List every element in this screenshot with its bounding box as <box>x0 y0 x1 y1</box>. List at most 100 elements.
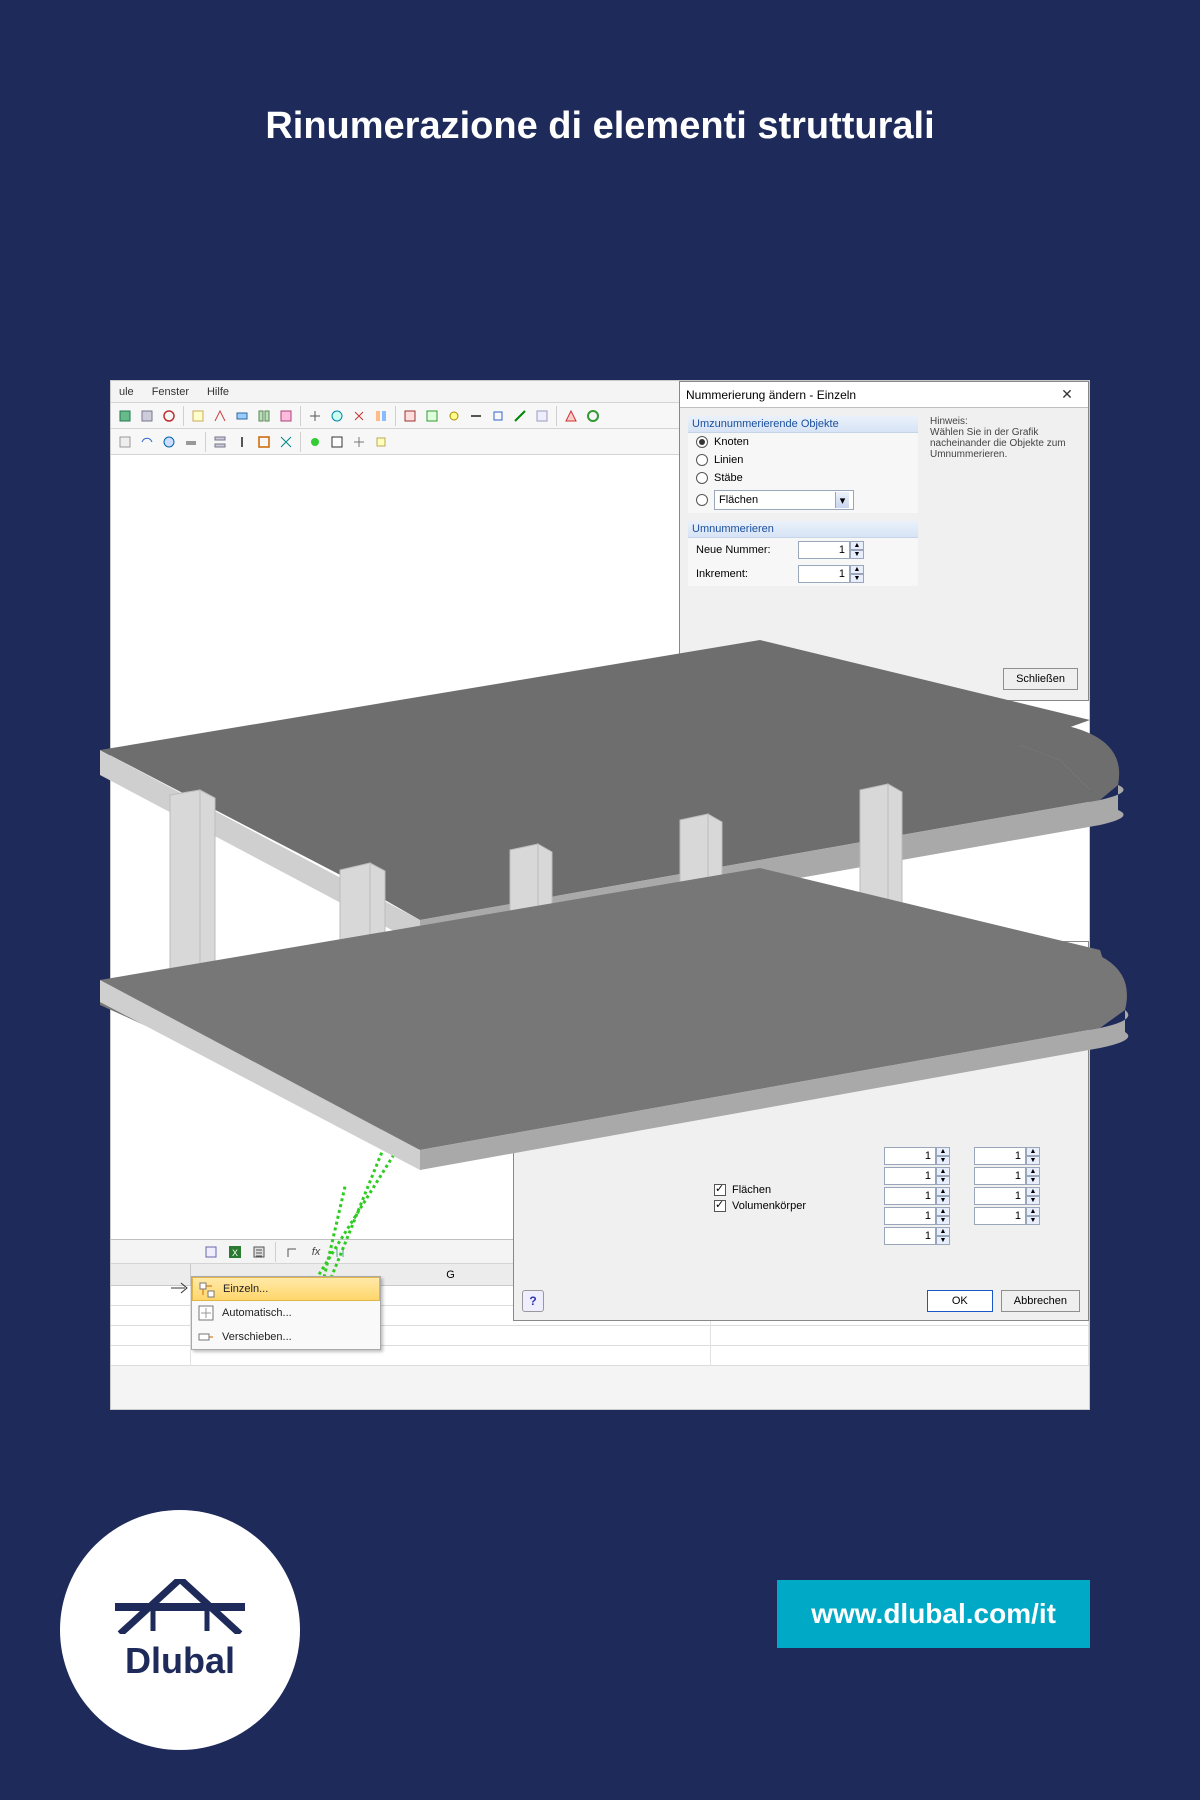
spinner-input[interactable] <box>884 1187 936 1205</box>
spinner-up-icon[interactable]: ▲ <box>936 1147 950 1156</box>
spinner-down-icon[interactable]: ▼ <box>1026 1176 1040 1185</box>
toolbar-button[interactable] <box>305 432 325 452</box>
checkbox-volumen[interactable] <box>714 1200 726 1212</box>
radio-x[interactable] <box>902 1006 914 1018</box>
spinner-down-icon[interactable]: ▼ <box>936 1156 950 1165</box>
spinner-up-icon[interactable]: ▲ <box>936 1167 950 1176</box>
spinner-input[interactable] <box>884 1147 936 1165</box>
spinner[interactable]: ▲▼ <box>974 1147 1040 1165</box>
toolbar-button[interactable] <box>115 406 135 426</box>
toolbar-button[interactable] <box>201 1242 221 1262</box>
spinner[interactable]: ▲▼ <box>974 1207 1040 1225</box>
close-button[interactable]: Schließen <box>1003 668 1078 690</box>
new-number-spinner[interactable]: ▲▼ <box>798 541 864 559</box>
toolbar-button[interactable] <box>210 406 230 426</box>
toolbar-button[interactable] <box>276 432 296 452</box>
toolbar-button[interactable] <box>282 1242 302 1262</box>
spinner[interactable]: ▲▼ <box>974 1187 1040 1205</box>
fx-icon[interactable]: fx <box>306 1242 326 1262</box>
toolbar-button[interactable] <box>488 406 508 426</box>
spinner-down-icon[interactable]: ▼ <box>850 574 864 583</box>
spinner-down-icon[interactable]: ▼ <box>936 1176 950 1185</box>
toolbar-button[interactable] <box>276 406 296 426</box>
spinner[interactable]: ▲▼ <box>884 1227 950 1245</box>
excel-icon[interactable]: X <box>225 1242 245 1262</box>
toolbar-button[interactable] <box>159 406 179 426</box>
radio-staebe[interactable] <box>696 472 708 484</box>
spinner-input[interactable] <box>974 1167 1026 1185</box>
spinner-input[interactable] <box>974 1147 1026 1165</box>
toolbar-button[interactable] <box>115 432 135 452</box>
toolbar-button[interactable] <box>137 406 157 426</box>
spinner-down-icon[interactable]: ▼ <box>1026 1216 1040 1225</box>
toolbar-button[interactable] <box>371 406 391 426</box>
toolbar-button[interactable] <box>159 432 179 452</box>
spinner[interactable]: ▲▼ <box>884 1167 950 1185</box>
toolbar-button[interactable] <box>349 432 369 452</box>
cancel-button[interactable]: Abbrechen <box>1001 1290 1080 1312</box>
spinner-up-icon[interactable]: ▲ <box>1026 1167 1040 1176</box>
radio-flaechen[interactable] <box>696 494 708 506</box>
menu-item-automatisch[interactable]: Automatisch... <box>192 1301 380 1325</box>
menu-item[interactable]: ule <box>115 384 138 400</box>
toolbar-button[interactable] <box>181 432 201 452</box>
spinner-input[interactable] <box>884 1167 936 1185</box>
toolbar-button[interactable] <box>444 406 464 426</box>
menu-item-verschieben[interactable]: Verschieben... <box>192 1325 380 1349</box>
spinner-input[interactable] <box>884 1207 936 1225</box>
spinner-up-icon[interactable]: ▲ <box>1026 1187 1040 1196</box>
toolbar-button[interactable] <box>327 432 347 452</box>
spinner[interactable]: ▲▼ <box>884 1207 950 1225</box>
spinner-up-icon[interactable]: ▲ <box>936 1227 950 1236</box>
toolbar-button[interactable] <box>422 406 442 426</box>
toolbar-button[interactable] <box>327 406 347 426</box>
toolbar-button[interactable] <box>532 406 552 426</box>
spinner-up-icon[interactable]: ▲ <box>850 541 864 550</box>
close-icon[interactable]: ✕ <box>1052 944 1082 964</box>
spinner-down-icon[interactable]: ▼ <box>936 1236 950 1245</box>
radio-linien[interactable] <box>696 454 708 466</box>
spinner-down-icon[interactable]: ▼ <box>850 550 864 559</box>
spinner-up-icon[interactable]: ▲ <box>1026 1147 1040 1156</box>
spinner-up-icon[interactable]: ▲ <box>936 1187 950 1196</box>
radio-y[interactable] <box>902 1024 914 1036</box>
spinner-input[interactable] <box>974 1187 1026 1205</box>
toolbar-button[interactable] <box>466 406 486 426</box>
spinner-up-icon[interactable]: ▲ <box>850 565 864 574</box>
object-type-combo[interactable]: Flächen ▾ <box>714 490 854 510</box>
help-icon[interactable]: ? <box>522 1290 544 1312</box>
radio-z[interactable] <box>902 1042 914 1054</box>
menu-item[interactable]: Fenster <box>148 384 193 400</box>
toolbar-button[interactable] <box>210 432 230 452</box>
spinner[interactable]: ▲▼ <box>884 1187 950 1205</box>
calculator-icon[interactable] <box>249 1242 269 1262</box>
close-icon[interactable]: ✕ <box>1052 385 1082 405</box>
menu-item[interactable]: Hilfe <box>203 384 233 400</box>
toolbar-button[interactable] <box>349 406 369 426</box>
toolbar-button[interactable] <box>254 432 274 452</box>
spinner[interactable]: ▲▼ <box>974 1167 1040 1185</box>
spinner-up-icon[interactable]: ▲ <box>936 1207 950 1216</box>
radio-knoten[interactable] <box>696 436 708 448</box>
spinner-up-icon[interactable]: ▲ <box>1026 1207 1040 1216</box>
ok-button[interactable]: OK <box>927 1290 993 1312</box>
chevron-down-icon[interactable]: ▾ <box>835 492 849 508</box>
toolbar-button[interactable] <box>561 406 581 426</box>
spinner-input[interactable] <box>974 1207 1026 1225</box>
toolbar-button[interactable] <box>188 406 208 426</box>
spinner-input[interactable] <box>798 565 850 583</box>
toolbar-button[interactable] <box>371 432 391 452</box>
spinner[interactable]: ▲▼ <box>884 1147 950 1165</box>
toolbar-button[interactable] <box>232 406 252 426</box>
spinner-down-icon[interactable]: ▼ <box>1026 1196 1040 1205</box>
spinner-down-icon[interactable]: ▼ <box>936 1196 950 1205</box>
increment-spinner[interactable]: ▲▼ <box>798 565 864 583</box>
toolbar-button[interactable] <box>232 432 252 452</box>
toolbar-button[interactable] <box>137 432 157 452</box>
spinner-down-icon[interactable]: ▼ <box>936 1216 950 1225</box>
toolbar-button[interactable] <box>400 406 420 426</box>
menu-item-einzeln[interactable]: Einzeln... <box>192 1277 380 1301</box>
spinner-input[interactable] <box>884 1227 936 1245</box>
checkbox-flaechen[interactable] <box>714 1184 726 1196</box>
spinner-down-icon[interactable]: ▼ <box>1026 1156 1040 1165</box>
